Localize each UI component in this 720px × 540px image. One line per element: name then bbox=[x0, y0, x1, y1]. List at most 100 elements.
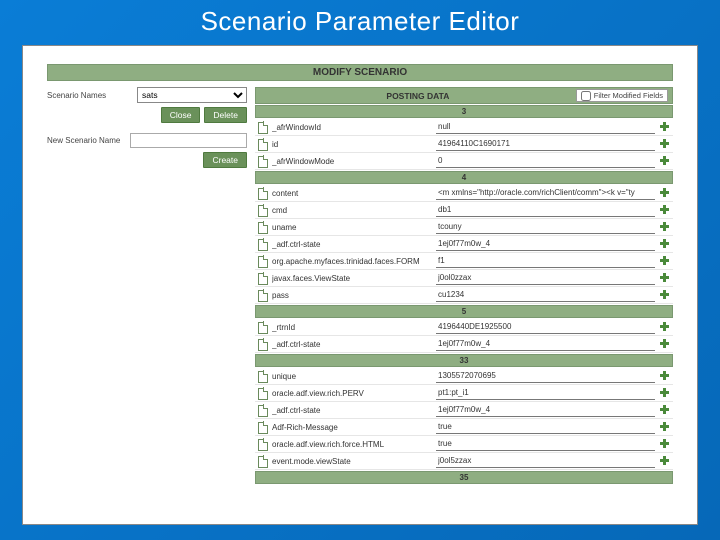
table-row: Adf-Rich-Message bbox=[255, 419, 673, 436]
new-scenario-row: New Scenario Name bbox=[47, 133, 247, 148]
plus-icon[interactable] bbox=[659, 221, 671, 233]
param-value-input[interactable] bbox=[436, 421, 655, 434]
param-name: event.mode.viewState bbox=[272, 457, 432, 466]
plus-icon[interactable] bbox=[659, 155, 671, 167]
document-icon bbox=[257, 422, 268, 433]
param-value-input[interactable] bbox=[436, 238, 655, 251]
param-value-input[interactable] bbox=[436, 455, 655, 468]
delete-button[interactable]: Delete bbox=[204, 107, 247, 123]
plus-icon[interactable] bbox=[659, 289, 671, 301]
param-value-input[interactable] bbox=[436, 438, 655, 451]
table-row: _adf.ctrl-state bbox=[255, 336, 673, 353]
param-name: _afrWindowId bbox=[272, 123, 432, 132]
document-icon bbox=[257, 439, 268, 450]
param-name: pass bbox=[272, 291, 432, 300]
param-name: Adf-Rich-Message bbox=[272, 423, 432, 432]
new-scenario-input[interactable] bbox=[130, 133, 247, 148]
table-row: cmd bbox=[255, 202, 673, 219]
document-icon bbox=[257, 339, 268, 350]
filter-modified-label: Filter Modified Fields bbox=[594, 91, 663, 100]
document-icon bbox=[257, 122, 268, 133]
param-value-input[interactable] bbox=[436, 370, 655, 383]
table-row: oracle.adf.view.rich.PERV bbox=[255, 385, 673, 402]
param-name: id bbox=[272, 140, 432, 149]
document-icon bbox=[257, 388, 268, 399]
close-button[interactable]: Close bbox=[161, 107, 201, 123]
param-name: _afrWindowMode bbox=[272, 157, 432, 166]
param-name: _adf.ctrl-state bbox=[272, 406, 432, 415]
section-band: 4 bbox=[255, 171, 673, 184]
table-row: _afrWindowMode bbox=[255, 153, 673, 170]
plus-icon[interactable] bbox=[659, 187, 671, 199]
table-row: id bbox=[255, 136, 673, 153]
plus-icon[interactable] bbox=[659, 421, 671, 433]
param-name: oracle.adf.view.rich.force.HTML bbox=[272, 440, 432, 449]
filter-modified-box[interactable]: Filter Modified Fields bbox=[576, 89, 668, 102]
param-value-input[interactable] bbox=[436, 255, 655, 268]
section-band: 3 bbox=[255, 105, 673, 118]
table-row: content bbox=[255, 185, 673, 202]
param-value-input[interactable] bbox=[436, 338, 655, 351]
param-name: unique bbox=[272, 372, 432, 381]
plus-icon[interactable] bbox=[659, 338, 671, 350]
plus-icon[interactable] bbox=[659, 238, 671, 250]
param-value-input[interactable] bbox=[436, 387, 655, 400]
columns: Scenario Names sats Close Delete New Sce… bbox=[47, 87, 673, 485]
param-value-input[interactable] bbox=[436, 155, 655, 168]
param-value-input[interactable] bbox=[436, 289, 655, 302]
table-row: _adf.ctrl-state bbox=[255, 402, 673, 419]
document-icon bbox=[257, 405, 268, 416]
left-panel: Scenario Names sats Close Delete New Sce… bbox=[47, 87, 247, 485]
plus-icon[interactable] bbox=[659, 255, 671, 267]
document-icon bbox=[257, 456, 268, 467]
table-row: pass bbox=[255, 287, 673, 304]
param-name: cmd bbox=[272, 206, 432, 215]
plus-icon[interactable] bbox=[659, 121, 671, 133]
editor-frame: MODIFY SCENARIO Scenario Names sats Clos… bbox=[22, 45, 698, 525]
param-value-input[interactable] bbox=[436, 121, 655, 134]
scenario-names-label: Scenario Names bbox=[47, 91, 137, 100]
plus-icon[interactable] bbox=[659, 272, 671, 284]
scenario-names-select[interactable]: sats bbox=[137, 87, 247, 103]
table-row: _afrWindowId bbox=[255, 119, 673, 136]
document-icon bbox=[257, 290, 268, 301]
table-row: event.mode.viewState bbox=[255, 453, 673, 470]
param-name: oracle.adf.view.rich.PERV bbox=[272, 389, 432, 398]
param-name: org.apache.myfaces.trinidad.faces.FORM bbox=[272, 257, 432, 266]
document-icon bbox=[257, 188, 268, 199]
table-row: _rtrnId bbox=[255, 319, 673, 336]
plus-icon[interactable] bbox=[659, 455, 671, 467]
param-value-input[interactable] bbox=[436, 272, 655, 285]
document-icon bbox=[257, 222, 268, 233]
filter-modified-checkbox[interactable] bbox=[581, 91, 591, 101]
document-icon bbox=[257, 156, 268, 167]
document-icon bbox=[257, 322, 268, 333]
table-row: _adf.ctrl-state bbox=[255, 236, 673, 253]
plus-icon[interactable] bbox=[659, 387, 671, 399]
posting-data-header: POSTING DATA Filter Modified Fields bbox=[255, 87, 673, 104]
plus-icon[interactable] bbox=[659, 370, 671, 382]
document-icon bbox=[257, 256, 268, 267]
plus-icon[interactable] bbox=[659, 438, 671, 450]
param-value-input[interactable] bbox=[436, 204, 655, 217]
close-delete-row: Close Delete bbox=[47, 107, 247, 123]
plus-icon[interactable] bbox=[659, 204, 671, 216]
param-name: content bbox=[272, 189, 432, 198]
section-band: 33 bbox=[255, 354, 673, 367]
param-name: javax.faces.ViewState bbox=[272, 274, 432, 283]
param-value-input[interactable] bbox=[436, 221, 655, 234]
param-value-input[interactable] bbox=[436, 138, 655, 151]
plus-icon[interactable] bbox=[659, 404, 671, 416]
create-button[interactable]: Create bbox=[203, 152, 247, 168]
document-icon bbox=[257, 205, 268, 216]
scenario-names-row: Scenario Names sats bbox=[47, 87, 247, 103]
editor-inner: MODIFY SCENARIO Scenario Names sats Clos… bbox=[23, 46, 697, 524]
table-row: unique bbox=[255, 368, 673, 385]
section-band: 5 bbox=[255, 305, 673, 318]
param-value-input[interactable] bbox=[436, 404, 655, 417]
param-value-input[interactable] bbox=[436, 321, 655, 334]
plus-icon[interactable] bbox=[659, 138, 671, 150]
param-value-input[interactable] bbox=[436, 187, 655, 200]
plus-icon[interactable] bbox=[659, 321, 671, 333]
table-row: javax.faces.ViewState bbox=[255, 270, 673, 287]
